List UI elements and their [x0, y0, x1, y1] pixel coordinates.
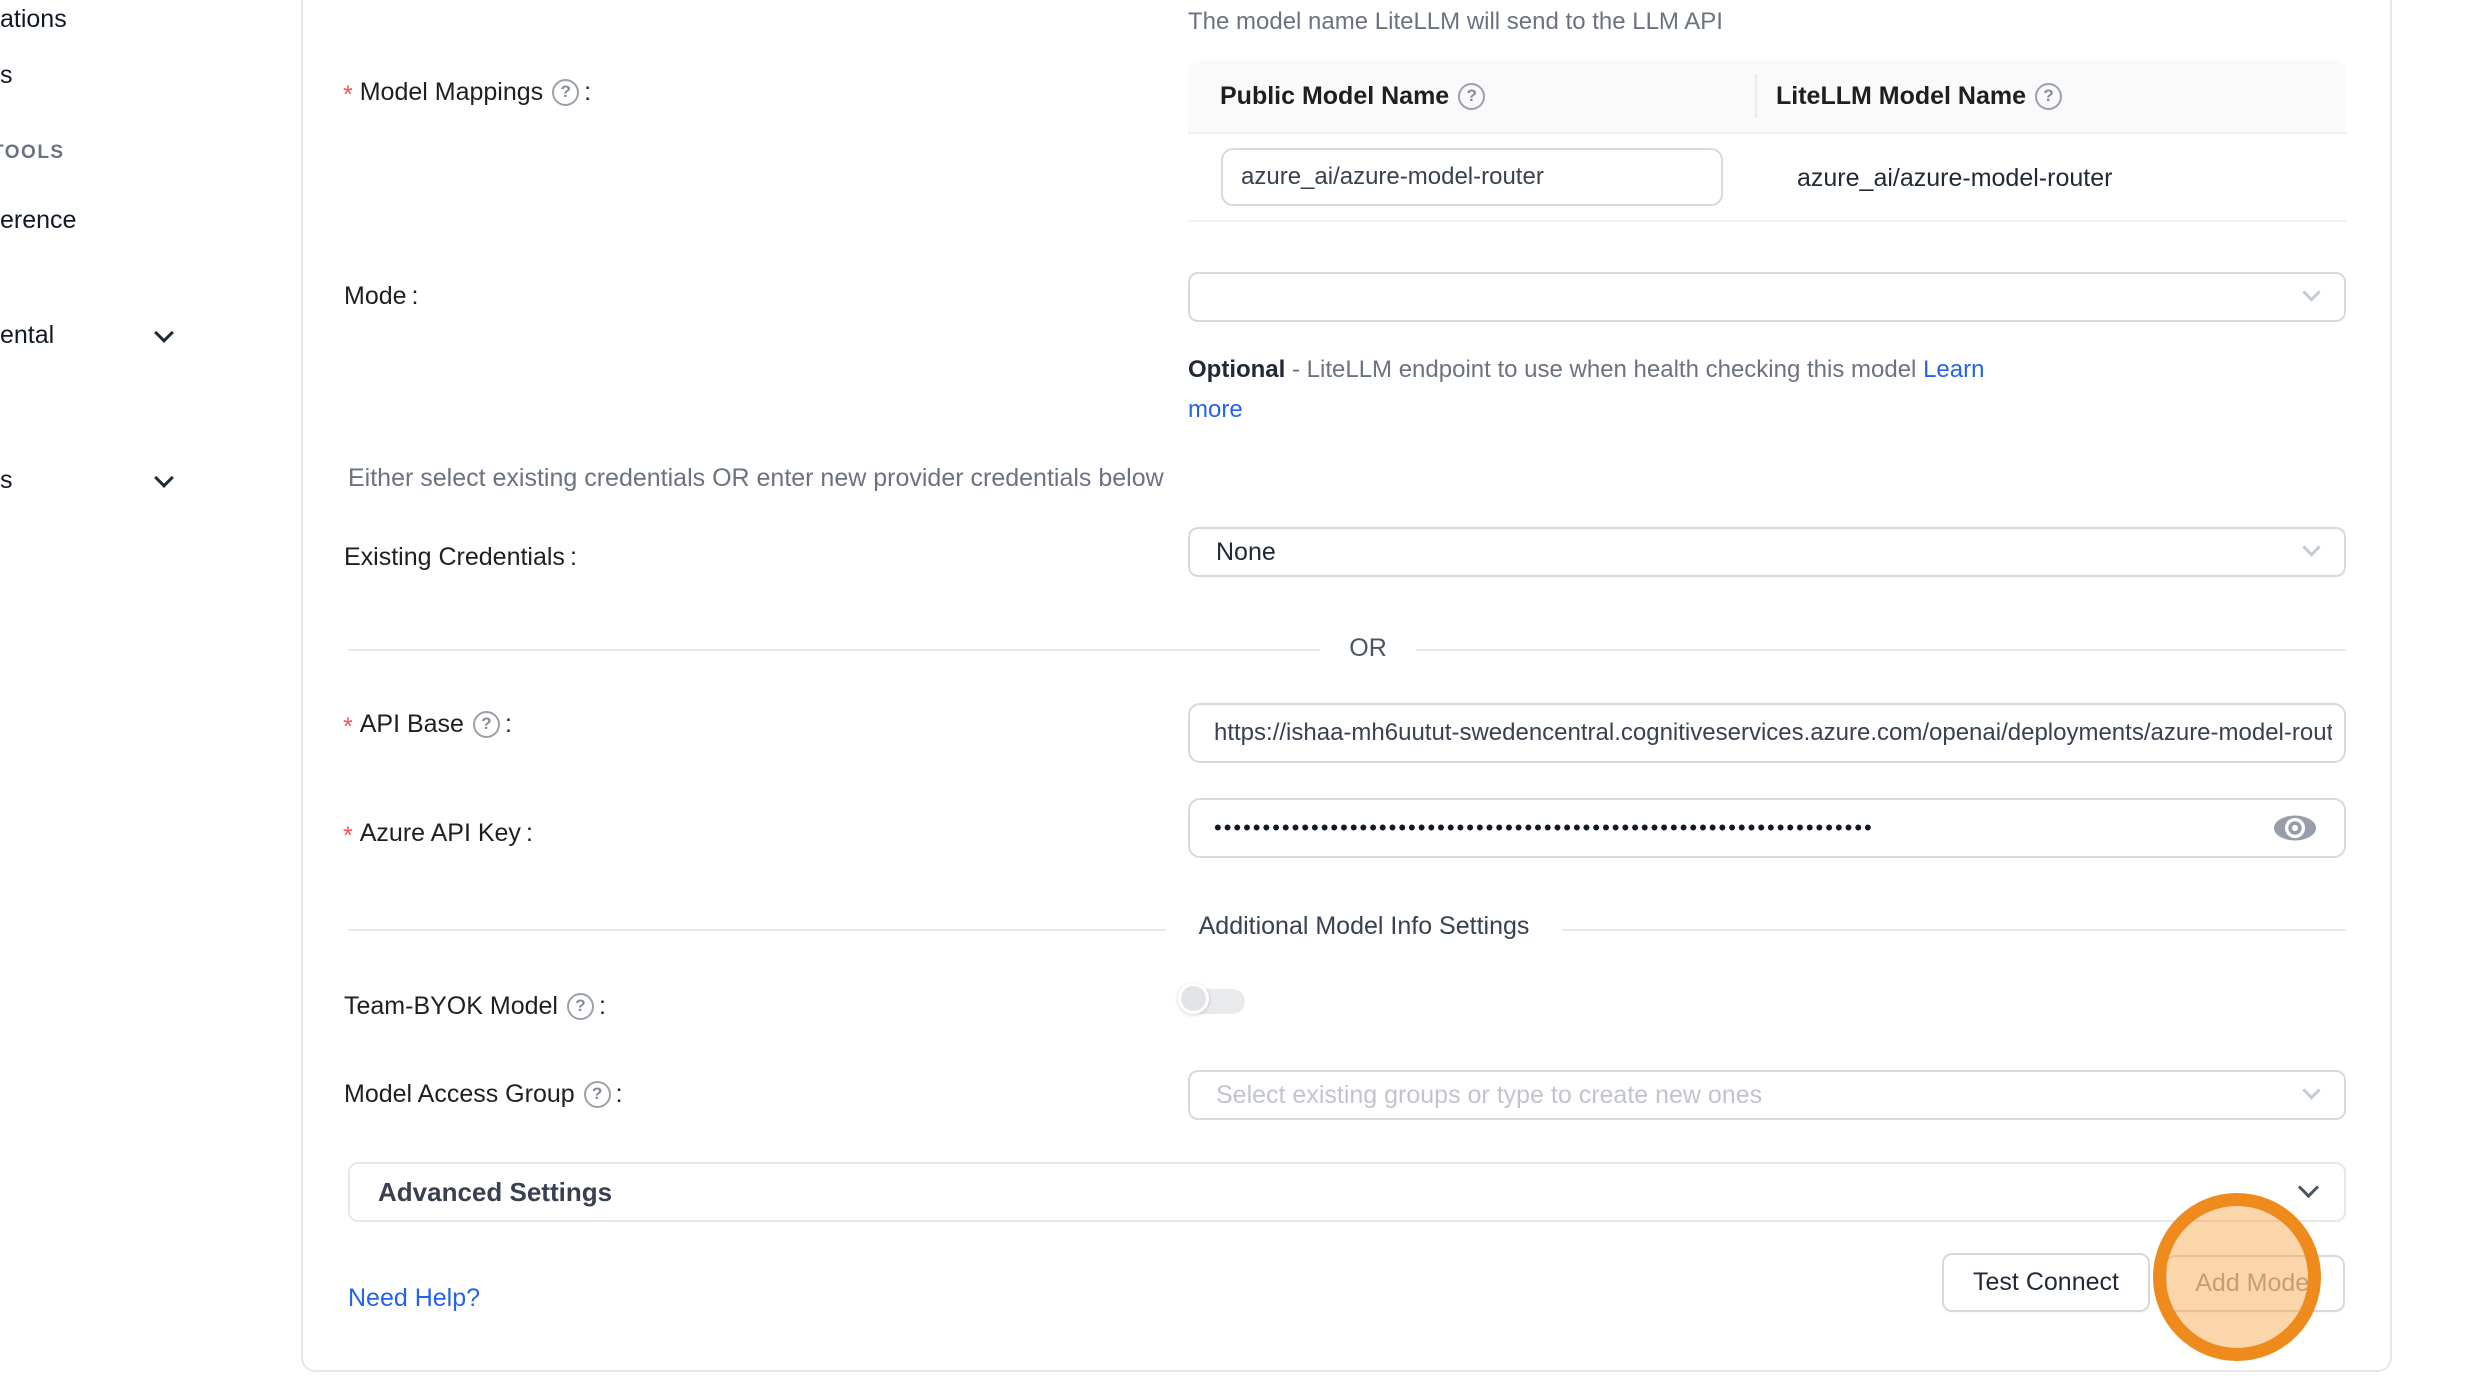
chevron-down-icon [2302, 538, 2320, 556]
azure-api-key-field [1188, 798, 2346, 858]
chevron-down-icon [2302, 1081, 2320, 1099]
sidebar-item-5[interactable]: s [0, 463, 13, 497]
chevron-down-icon [154, 468, 174, 488]
required-asterisk: * [343, 707, 353, 742]
required-asterisk: * [343, 75, 353, 110]
mode-label: Mode : [344, 276, 419, 316]
existing-credentials-select[interactable]: None [1188, 527, 2346, 577]
public-model-name-header: Public Model Name ? [1188, 60, 1755, 132]
eye-icon[interactable] [2272, 812, 2318, 844]
sidebar-item-label: ations [0, 5, 67, 34]
info-divider-line [1562, 929, 2346, 931]
existing-credentials-label: Existing Credentials : [344, 537, 577, 577]
mode-select[interactable] [1188, 272, 2346, 322]
model-access-group-select[interactable] [1188, 1070, 2346, 1120]
team-byok-toggle[interactable] [1178, 983, 1250, 1020]
sidebar-item-label: ental [0, 321, 54, 350]
chevron-down-icon [2302, 283, 2320, 301]
model-access-group-input[interactable] [1216, 1081, 2266, 1110]
or-divider-line [348, 649, 1320, 651]
mode-help-text: Optional - LiteLLM endpoint to use when … [1188, 350, 2020, 430]
need-help-link[interactable]: Need Help? [348, 1284, 480, 1313]
api-base-label: * API Base ? : [343, 704, 512, 744]
model-mappings-table: Public Model Name ? LiteLLM Model Name ?… [1188, 60, 2346, 222]
sidebar-section-tools: TOOLS [0, 142, 65, 164]
required-asterisk: * [343, 816, 353, 851]
azure-api-key-input[interactable] [1214, 800, 2154, 856]
info-divider-line [348, 929, 1166, 931]
litellm-model-name-header: LiteLLM Model Name ? [1755, 60, 2346, 132]
model-name-helper-text: The model name LiteLLM will send to the … [1188, 8, 1723, 36]
sidebar-item-label: s [0, 466, 13, 495]
help-question-icon[interactable]: ? [552, 79, 579, 106]
sidebar-item-experimental[interactable]: ental [0, 318, 54, 352]
or-divider-line [1416, 649, 2346, 651]
azure-api-key-label: * Azure API Key : [343, 813, 533, 853]
chevron-down-icon [154, 323, 174, 343]
existing-credentials-value: None [1190, 538, 1276, 567]
sidebar-item-2[interactable]: s [0, 58, 13, 92]
help-question-icon[interactable]: ? [567, 993, 594, 1020]
help-question-icon[interactable]: ? [2035, 83, 2062, 110]
mappings-table-header: Public Model Name ? LiteLLM Model Name ? [1188, 60, 2346, 134]
sidebar-item-organizations[interactable]: ations [0, 2, 67, 36]
advanced-settings-label: Advanced Settings [378, 1177, 612, 1208]
toggle-knob [1178, 983, 1209, 1014]
advanced-settings-panel[interactable]: Advanced Settings [348, 1162, 2346, 1222]
help-question-icon[interactable]: ? [473, 711, 500, 738]
info-divider-text: Additional Model Info Settings [1166, 912, 1562, 941]
chevron-down-icon [2298, 1177, 2319, 1198]
sidebar-section-label: TOOLS [0, 142, 65, 163]
team-byok-label: Team-BYOK Model ? : [344, 986, 606, 1026]
help-question-icon[interactable]: ? [1458, 83, 1485, 110]
column-divider [1755, 74, 1757, 118]
or-divider-text: OR [1330, 634, 1406, 663]
api-base-input[interactable] [1214, 705, 2332, 761]
litellm-model-name-value: azure_ai/azure-model-router [1776, 134, 2112, 222]
add-model-page: ations s TOOLS erence ental s The model … [0, 0, 2477, 1385]
test-connect-button[interactable]: Test Connect [1942, 1253, 2150, 1312]
model-mappings-label: * Model Mappings ? : [343, 72, 591, 112]
sidebar-item-inference[interactable]: erence [0, 203, 76, 237]
credentials-note: Either select existing credentials OR en… [348, 464, 1164, 493]
sidebar-item-label: erence [0, 206, 76, 235]
public-model-name-input[interactable] [1221, 148, 1723, 206]
api-base-field [1188, 703, 2346, 763]
mapping-table-row: azure_ai/azure-model-router [1188, 134, 2346, 222]
sidebar-item-label: s [0, 61, 13, 90]
help-question-icon[interactable]: ? [584, 1081, 611, 1108]
model-access-group-label: Model Access Group ? : [344, 1074, 623, 1114]
add-model-button[interactable]: Add Model [2165, 1255, 2345, 1312]
